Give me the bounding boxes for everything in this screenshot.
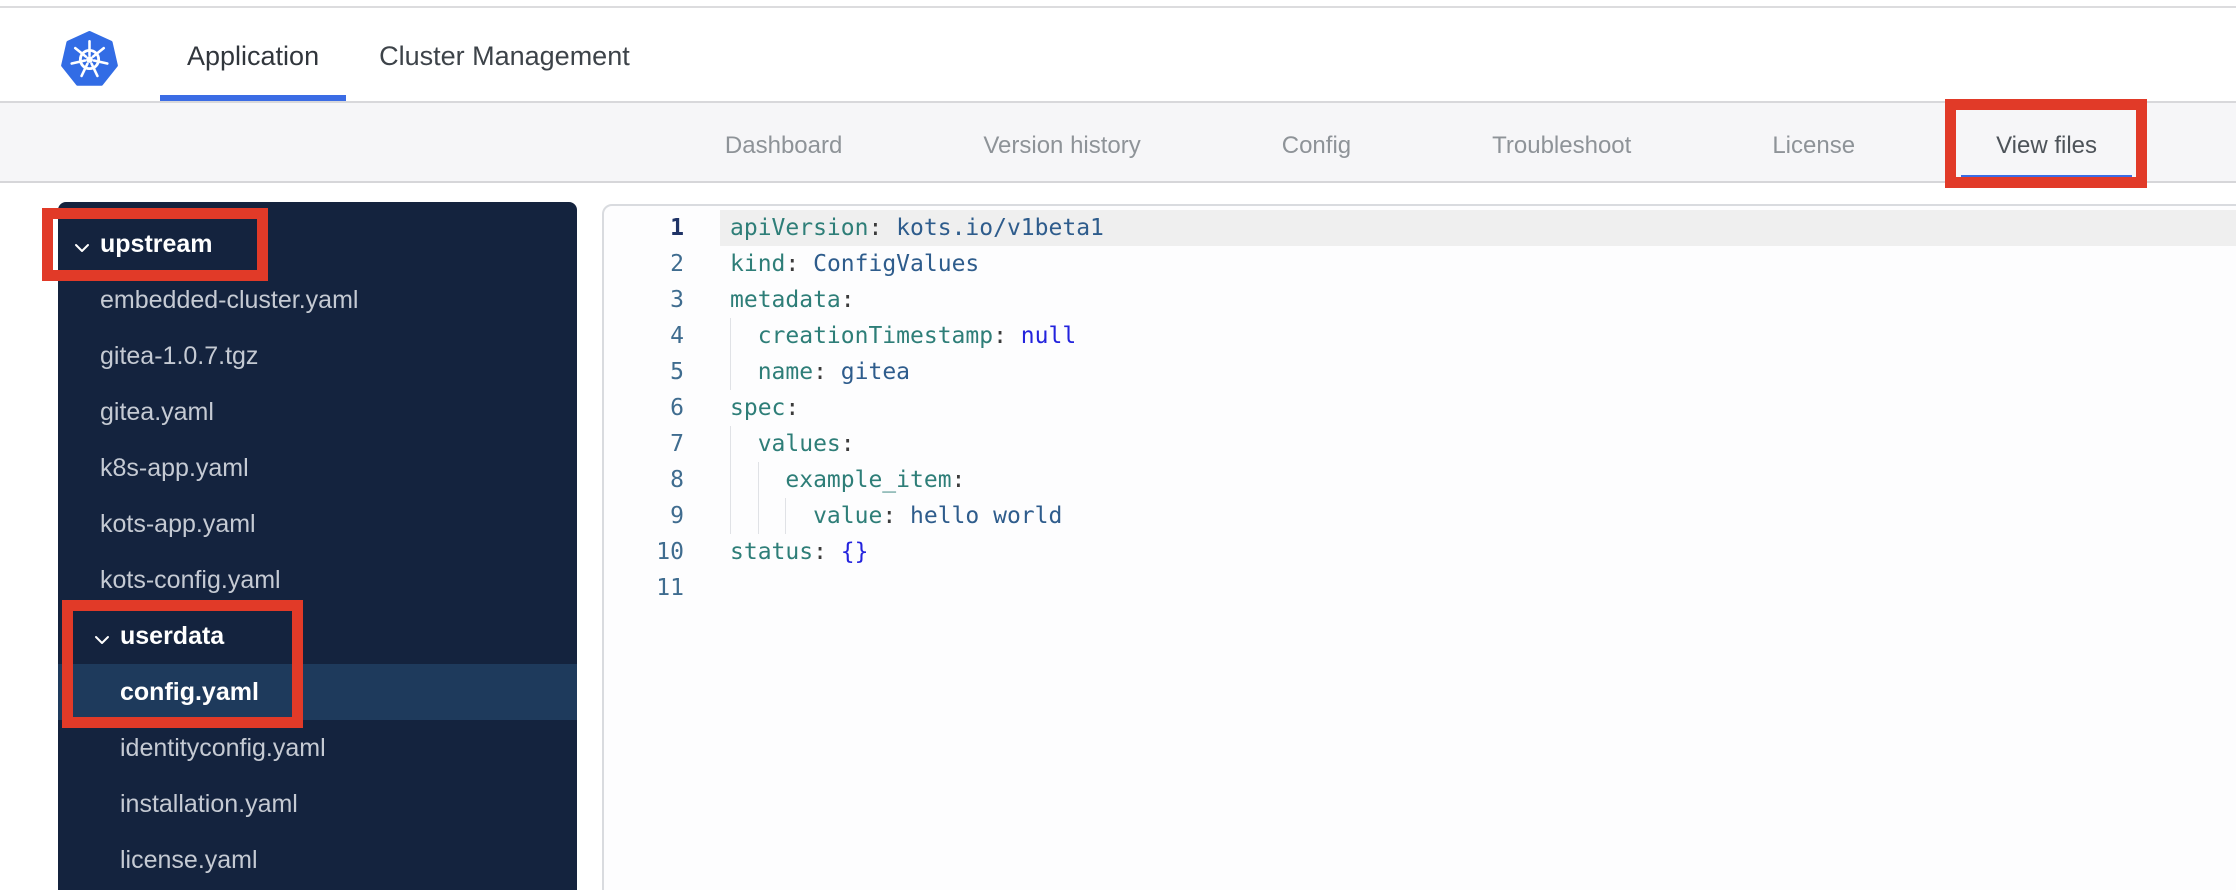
folder-label: userdata: [120, 621, 225, 650]
code-line-11: 11: [604, 570, 2236, 606]
tree-item-upstream[interactable]: upstream: [58, 216, 577, 272]
code-line-8: 8 example_item:: [604, 462, 2236, 498]
indent-guide: [730, 462, 758, 498]
code-line-1: 1 apiVersion: kots.io/v1beta1: [604, 210, 2236, 246]
subnav-item-license[interactable]: License: [1737, 103, 1890, 181]
file-label: kots-app.yaml: [100, 509, 256, 538]
subnav-item-label: Version history: [983, 132, 1141, 159]
subnav-item-label: Dashboard: [724, 132, 843, 159]
chevron-down-icon: [93, 627, 111, 645]
line-number: 8: [670, 467, 684, 493]
code-content: [720, 570, 2236, 606]
line-number: 1: [670, 215, 684, 241]
secondary-nav: Dashboard Version history Config Troublesho…: [0, 103, 2236, 183]
code-content: apiVersion: kots.io/v1beta1: [720, 210, 2236, 246]
file-label: kots-config.yaml: [100, 565, 281, 594]
tree-item-config-yaml[interactable]: config.yaml: [58, 664, 577, 720]
line-number: 10: [656, 539, 684, 565]
indent-guide: [730, 354, 758, 390]
subnav-item-label: Config: [1281, 132, 1352, 159]
indent-guide: [730, 426, 758, 462]
file-label: embedded-cluster.yaml: [100, 285, 359, 314]
yaml-editor[interactable]: 1 apiVersion: kots.io/v1beta1 2 kind: Confi…: [602, 204, 2236, 890]
main-tabs: Application Cluster Management: [160, 0, 657, 101]
tab-cluster-management-label: Cluster Management: [379, 41, 630, 71]
code-line-9: 9 value: hello world: [604, 498, 2236, 534]
code-content: kind: ConfigValues: [730, 251, 980, 277]
file-label: config.yaml: [120, 677, 259, 706]
indent-guide: [757, 462, 786, 498]
kots-admin-console: Application Cluster Management Dashboard…: [0, 0, 2236, 890]
code-line-3: 3 metadata:: [604, 282, 2236, 318]
chevron-down-icon: [73, 235, 91, 253]
subnav-item-troubleshoot[interactable]: Troubleshoot: [1457, 103, 1666, 181]
code-line-4: 4 creationTimestamp: null: [604, 318, 2236, 354]
file-label: installation.yaml: [120, 789, 298, 818]
code-content: name: gitea: [720, 354, 2236, 390]
line-number: 6: [670, 395, 684, 421]
code-content: values:: [720, 426, 2236, 462]
active-subnav-underline: [1961, 175, 2132, 181]
file-label: gitea-1.0.7.tgz: [100, 341, 259, 370]
indent-guide: [757, 498, 786, 534]
tab-application[interactable]: Application: [160, 0, 347, 101]
file-label: gitea.yaml: [100, 397, 214, 426]
file-tree-sidebar: upstream embedded-cluster.yaml gitea-1.0.7…: [58, 202, 577, 890]
tree-item-installation-yaml[interactable]: installation.yaml: [58, 776, 577, 832]
code-content: creationTimestamp: null: [720, 318, 2236, 354]
line-number: 3: [670, 287, 684, 313]
code-content: example_item:: [720, 462, 2236, 498]
code-content: spec:: [730, 395, 800, 421]
code-content: value: hello world: [720, 498, 2236, 534]
code-content: metadata:: [730, 287, 855, 313]
tab-application-label: Application: [187, 41, 320, 71]
tree-item-gitea-yaml[interactable]: gitea.yaml: [58, 384, 577, 440]
active-tab-underline: [160, 95, 347, 101]
folder-label: upstream: [100, 229, 213, 258]
subnav-item-view-files[interactable]: View files: [1961, 103, 2132, 181]
kubernetes-logo-icon: [61, 31, 118, 88]
tree-item-userdata[interactable]: userdata: [58, 608, 577, 664]
line-number: 7: [670, 431, 684, 457]
subnav-item-dashboard[interactable]: Dashboard: [690, 103, 877, 181]
line-number: 5: [670, 359, 684, 385]
file-label: identityconfig.yaml: [120, 733, 326, 762]
code-content: status: {}: [730, 539, 869, 565]
file-label: k8s-app.yaml: [100, 453, 249, 482]
file-label: license.yaml: [120, 845, 258, 874]
subnav-item-label: License: [1772, 132, 1856, 159]
tree-item-license-yaml[interactable]: license.yaml: [58, 832, 577, 888]
tree-item-embedded-cluster-yaml[interactable]: embedded-cluster.yaml: [58, 272, 577, 328]
tree-item-kots-app-yaml[interactable]: kots-app.yaml: [58, 496, 577, 552]
code-line-7: 7 values:: [604, 426, 2236, 462]
indent-guide: [785, 498, 813, 534]
code-line-5: 5 name: gitea: [604, 354, 2236, 390]
line-number: 9: [670, 503, 684, 529]
indent-guide: [730, 498, 758, 534]
line-number: 2: [670, 251, 684, 277]
subnav-item-label: Troubleshoot: [1492, 132, 1632, 159]
tab-cluster-management[interactable]: Cluster Management: [352, 0, 657, 101]
subnav-item-config[interactable]: Config: [1247, 103, 1386, 181]
subnav-item-label: View files: [1996, 132, 2097, 159]
top-navigation-bar: Application Cluster Management: [0, 0, 2236, 103]
tree-item-gitea-1-0-7-tgz[interactable]: gitea-1.0.7.tgz: [58, 328, 577, 384]
code-line-10: 10 status: {}: [604, 534, 2236, 570]
tree-item-k8s-app-yaml[interactable]: k8s-app.yaml: [58, 440, 577, 496]
tree-item-identityconfig-yaml[interactable]: identityconfig.yaml: [58, 720, 577, 776]
subnav-item-version-history[interactable]: Version history: [948, 103, 1175, 181]
line-number: 11: [656, 575, 684, 601]
indent-guide: [730, 318, 758, 354]
code-line-2: 2 kind: ConfigValues: [604, 246, 2236, 282]
code-line-6: 6 spec:: [604, 390, 2236, 426]
tree-item-kots-config-yaml[interactable]: kots-config.yaml: [58, 552, 577, 608]
line-number: 4: [670, 323, 684, 349]
